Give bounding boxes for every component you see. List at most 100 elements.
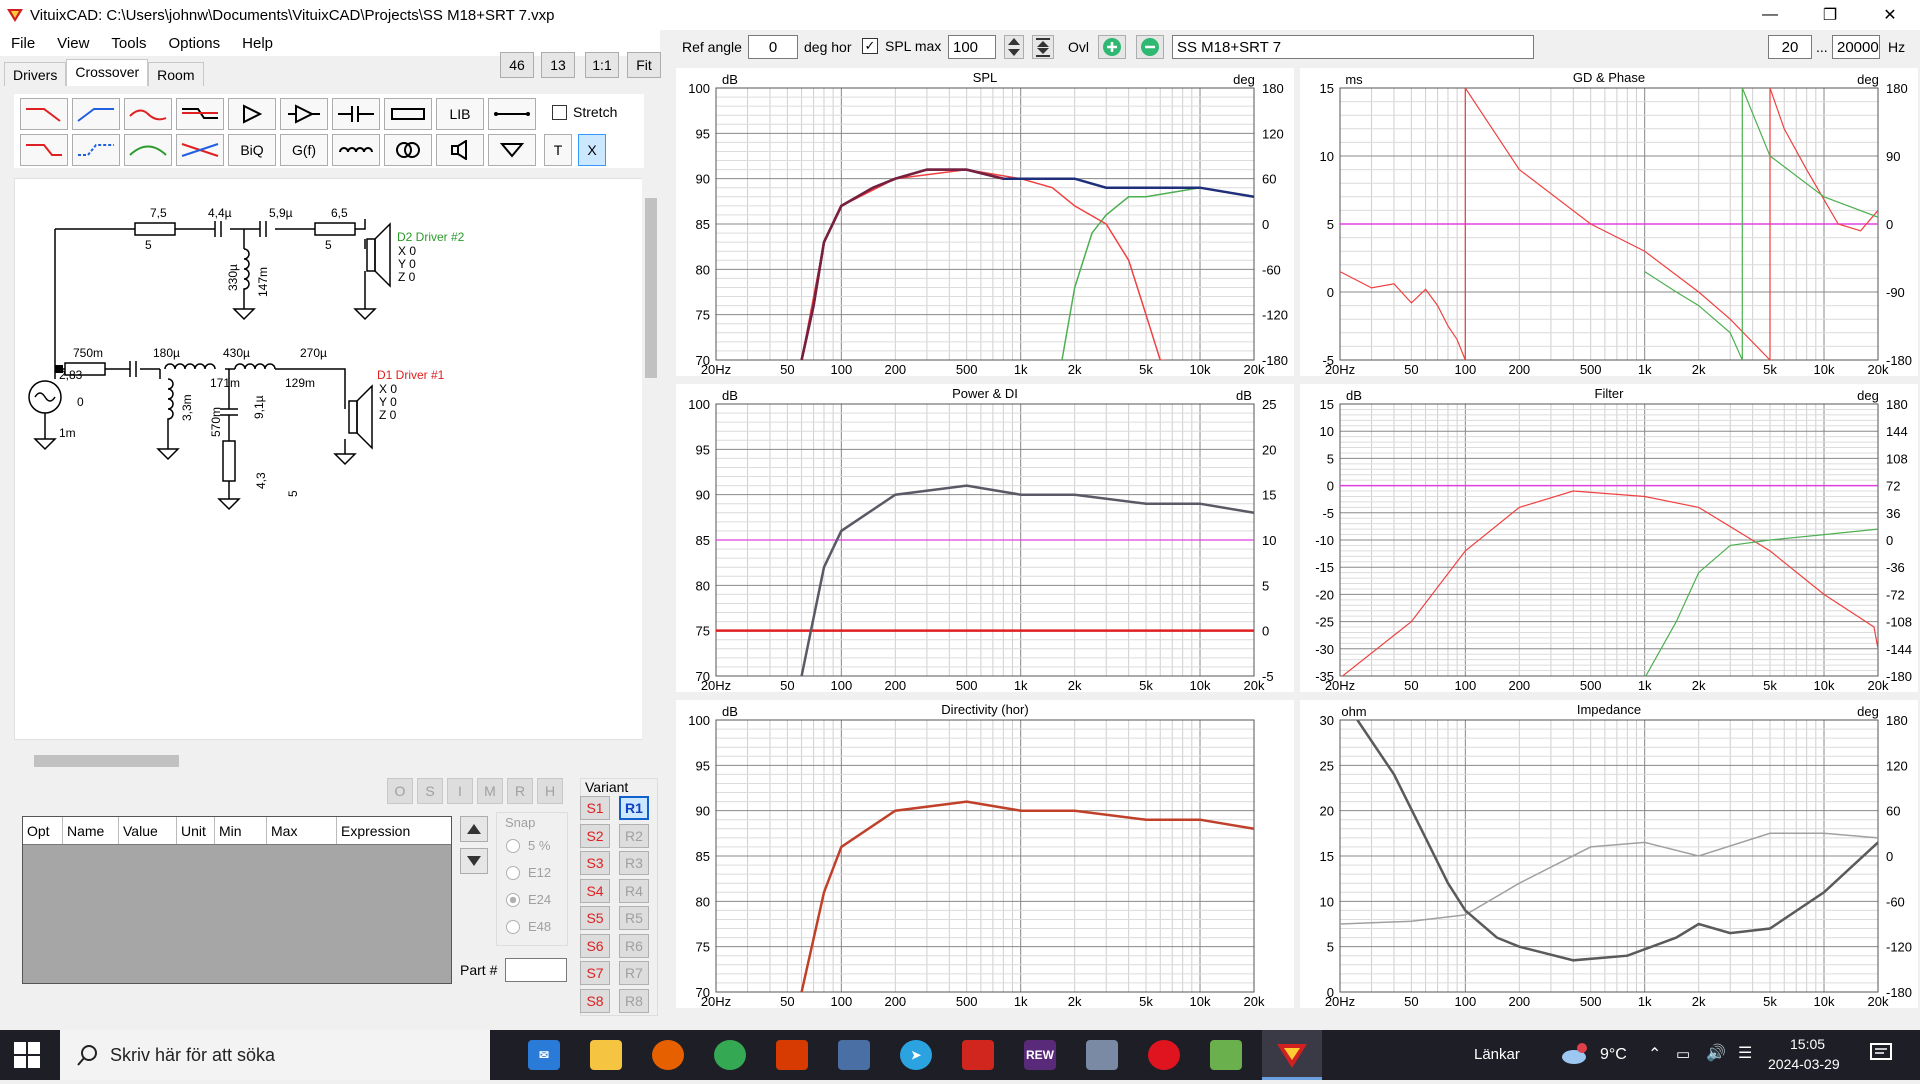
paint-icon[interactable]: [1210, 1040, 1242, 1070]
optimizer-table[interactable]: Opt Name Value Unit Min Max Expression: [22, 816, 452, 984]
variant-r8-button[interactable]: R8: [619, 988, 649, 1013]
freq-low-input[interactable]: 20: [1768, 35, 1812, 59]
calculator-icon[interactable]: [838, 1040, 870, 1070]
biquad-button[interactable]: BiQ: [228, 134, 276, 166]
transformer-button[interactable]: [384, 134, 432, 166]
office-icon[interactable]: [776, 1040, 808, 1070]
highpass-blue-button[interactable]: [72, 98, 120, 130]
telegram-icon[interactable]: ➤: [900, 1040, 932, 1070]
zoom-fit-button[interactable]: Fit: [627, 52, 661, 78]
notifications-icon[interactable]: [1870, 1042, 1892, 1068]
schematic-vertical-scrollbar[interactable]: [642, 178, 660, 748]
opt-i-button[interactable]: I: [447, 778, 473, 804]
variant-s7-button[interactable]: S7: [580, 961, 610, 985]
variant-r4-button[interactable]: R4: [619, 878, 649, 903]
radio-circle[interactable]: [506, 838, 520, 853]
variant-s5-button[interactable]: S5: [580, 906, 610, 930]
move-up-button[interactable]: [460, 816, 488, 842]
freq-high-input[interactable]: 20000: [1832, 35, 1880, 59]
acrobat-icon[interactable]: [962, 1040, 994, 1070]
ref-angle-input[interactable]: 0: [748, 35, 798, 59]
variant-s4-button[interactable]: S4: [580, 878, 610, 903]
battery-icon[interactable]: ▭: [1676, 1045, 1690, 1063]
horizontal-scroll-thumb[interactable]: [34, 755, 179, 767]
snap-e48-radio[interactable]: E48: [506, 919, 551, 934]
gd-phase-chart-panel[interactable]: GD & Phase ms deg 15 10 5 0 -5 180 90 0 -90 -180 20Hz…: [1300, 68, 1918, 376]
opt-h-button[interactable]: H: [537, 778, 563, 804]
overlay-add-button[interactable]: [1098, 35, 1126, 59]
power-di-chart-panel[interactable]: Power & DI dB dB 100 95 90 85 80 75 70 25 20 15 10 5 0-…: [676, 384, 1294, 692]
inductor-button[interactable]: [332, 134, 380, 166]
variant-r2-button[interactable]: R2: [619, 823, 649, 848]
file-explorer-icon[interactable]: [590, 1040, 622, 1070]
text-button[interactable]: T: [544, 134, 572, 166]
zoom-13-button[interactable]: 13: [541, 52, 575, 78]
col-unit[interactable]: Unit: [177, 817, 215, 844]
radio-circle[interactable]: [506, 865, 520, 880]
delete-button[interactable]: X: [578, 134, 606, 166]
col-opt[interactable]: Opt: [23, 817, 63, 844]
zoom-1to1-button[interactable]: 1:1: [585, 52, 619, 78]
wifi-icon[interactable]: ☰: [1738, 1043, 1752, 1063]
stretch-checkbox[interactable]: Stretch: [552, 104, 617, 120]
display-settings-icon[interactable]: [1086, 1040, 1118, 1070]
library-button[interactable]: LIB: [436, 98, 484, 130]
col-value[interactable]: Value: [119, 817, 177, 844]
variant-s8-button[interactable]: S8: [580, 988, 610, 1013]
clock-date[interactable]: 2024-03-29: [1768, 1056, 1840, 1072]
gf-button[interactable]: G(f): [280, 134, 328, 166]
opt-r-button[interactable]: R: [507, 778, 533, 804]
col-min[interactable]: Min: [215, 817, 267, 844]
vertical-scroll-thumb[interactable]: [645, 198, 657, 378]
filter-chart-panel[interactable]: Filter dB deg 15 10 5 0 -5 -10 -15 -20 -25 -30 -35 180…: [1300, 384, 1918, 692]
menu-help[interactable]: Help: [231, 35, 284, 52]
variant-s2-button[interactable]: S2: [580, 823, 610, 848]
buffer-button[interactable]: [280, 98, 328, 130]
driver-button[interactable]: [436, 134, 484, 166]
amplifier-button[interactable]: [228, 98, 276, 130]
variant-r3-button[interactable]: R3: [619, 851, 649, 875]
tray-expand-icon[interactable]: ⌃: [1648, 1044, 1661, 1064]
overlay-remove-button[interactable]: [1136, 35, 1164, 59]
spl-max-auto-button[interactable]: [1032, 35, 1054, 59]
variant-r6-button[interactable]: R6: [619, 933, 649, 958]
resistor-button[interactable]: [384, 98, 432, 130]
part-number-input[interactable]: [505, 958, 567, 982]
ground-button[interactable]: [488, 134, 536, 166]
wire-button[interactable]: [488, 98, 536, 130]
menu-file[interactable]: File: [0, 35, 46, 52]
shelf-button[interactable]: [176, 98, 224, 130]
lowpass-red-button[interactable]: [20, 98, 68, 130]
spl-max-spinner[interactable]: [1004, 35, 1024, 59]
opera-icon[interactable]: [1148, 1040, 1180, 1070]
volume-icon[interactable]: 🔊: [1706, 1043, 1726, 1063]
tab-room[interactable]: Room: [148, 62, 204, 86]
vituixcad-taskbar-button[interactable]: [1262, 1030, 1322, 1080]
variant-s3-button[interactable]: S3: [580, 851, 610, 875]
lowpass2-button[interactable]: [20, 134, 68, 166]
weather-icon[interactable]: [1560, 1042, 1588, 1070]
taskbar-search-box[interactable]: Skriv här för att söka: [60, 1030, 490, 1080]
impedance-chart-panel[interactable]: Impedance ohm deg 30 25 20 15 10 5 0 180 120 60 0 -60 -…: [1300, 700, 1918, 1008]
opt-o-button[interactable]: O: [387, 778, 413, 804]
directivity-chart-panel[interactable]: Directivity (hor) dB 100 95 90 85 80 75 70 20Hz 50…: [676, 700, 1294, 1008]
snap-5pct-radio[interactable]: 5 %: [506, 838, 550, 853]
col-max[interactable]: Max: [267, 817, 337, 844]
variant-r1-button[interactable]: R1: [619, 796, 649, 820]
maximize-button[interactable]: ❐: [1800, 0, 1860, 30]
tab-crossover[interactable]: Crossover: [66, 59, 149, 86]
clock-time[interactable]: 15:05: [1790, 1036, 1825, 1052]
schematic-horizontal-scrollbar[interactable]: [14, 752, 644, 770]
zoom-46-button[interactable]: 46: [500, 52, 534, 78]
firefox-icon[interactable]: [652, 1040, 684, 1070]
spl-max-input[interactable]: 100: [948, 35, 996, 59]
opt-m-button[interactable]: M: [477, 778, 503, 804]
menu-tools[interactable]: Tools: [100, 35, 157, 52]
spl-chart-panel[interactable]: SPL dB deg 100 95 90 85 80 75 70 180 120 60 0 -60 -120-…: [676, 68, 1294, 376]
bandpass-button[interactable]: [124, 98, 172, 130]
mail-icon[interactable]: ✉: [528, 1040, 560, 1070]
variant-s1-button[interactable]: S1: [580, 796, 610, 820]
move-down-button[interactable]: [460, 848, 488, 874]
opt-s-button[interactable]: S: [417, 778, 443, 804]
spl-max-checkbox[interactable]: ✓: [862, 38, 878, 54]
